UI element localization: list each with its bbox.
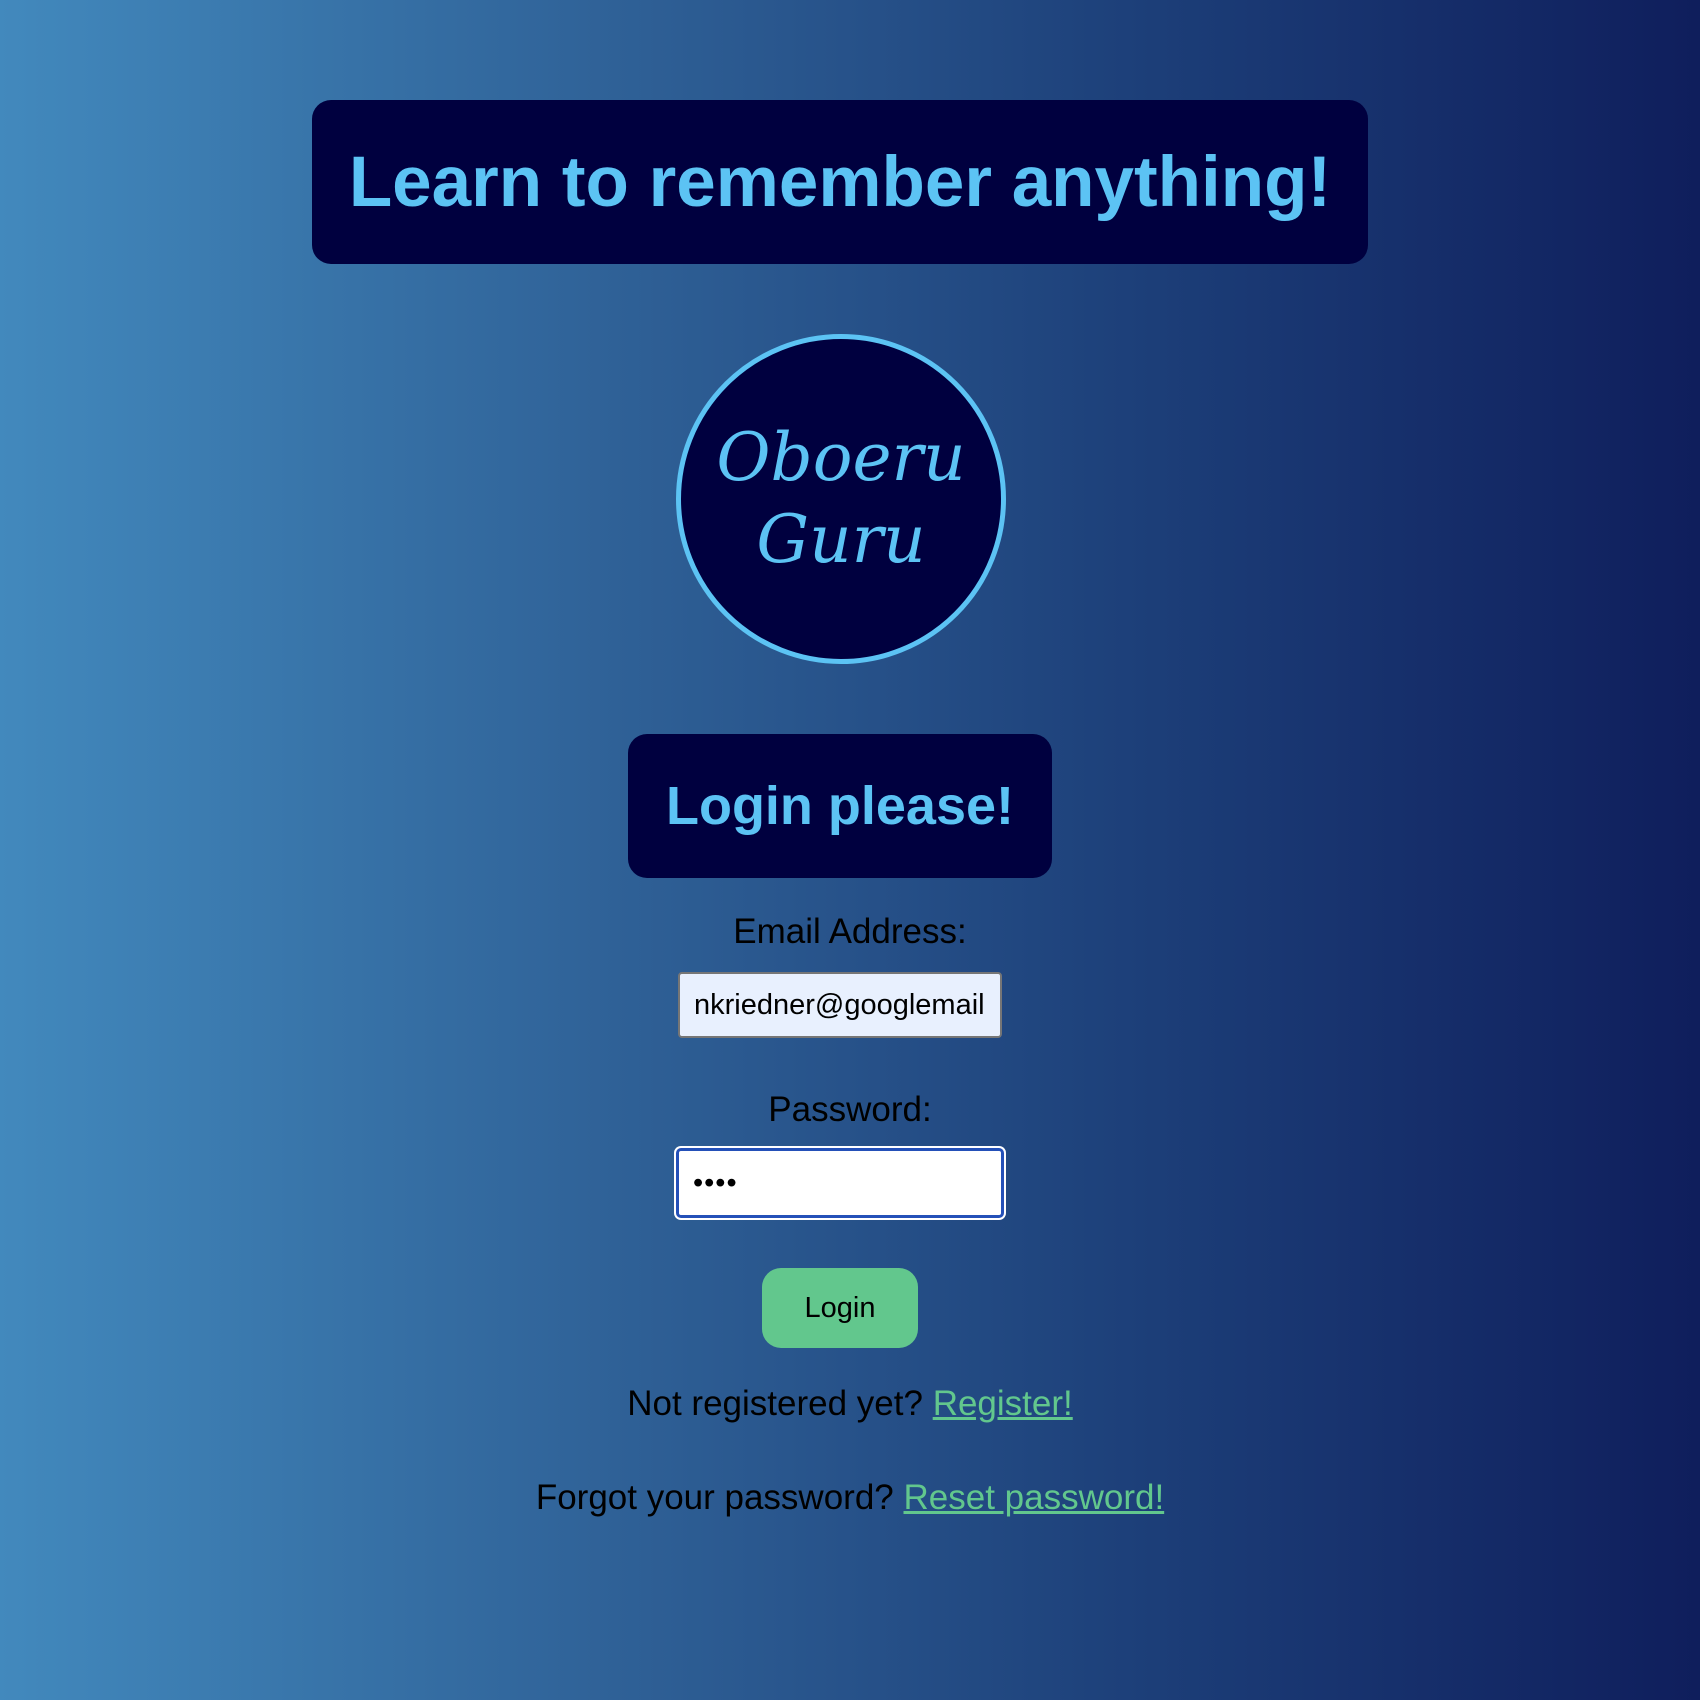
login-heading-banner: Login please! (628, 734, 1052, 878)
email-label: Email Address: (733, 912, 967, 951)
password-field[interactable] (676, 1148, 1004, 1218)
register-prompt-line: Not registered yet? Register! (0, 1384, 1700, 1424)
logo-text-line1: Oboeru (716, 419, 966, 496)
email-field[interactable] (678, 972, 1002, 1038)
register-link[interactable]: Register! (933, 1384, 1073, 1423)
login-button[interactable]: Login (762, 1268, 918, 1348)
register-prompt: Not registered yet? (627, 1384, 923, 1423)
password-label: Password: (768, 1090, 932, 1129)
page-headline: Learn to remember anything! (348, 142, 1332, 222)
oboeru-guru-logo: Oboeru Guru (676, 334, 1006, 664)
reset-prompt: Forgot your password? (535, 1478, 894, 1517)
logo-text-line2: Guru (756, 501, 926, 578)
reset-prompt-line: Forgot your password? Reset password! (0, 1478, 1700, 1518)
headline-banner: Learn to remember anything! (312, 100, 1368, 264)
login-page: Learn to remember anything! Oboeru Guru … (0, 0, 1700, 1700)
login-heading: Login please! (665, 776, 1015, 836)
reset-password-link[interactable]: Reset password! (904, 1478, 1165, 1517)
